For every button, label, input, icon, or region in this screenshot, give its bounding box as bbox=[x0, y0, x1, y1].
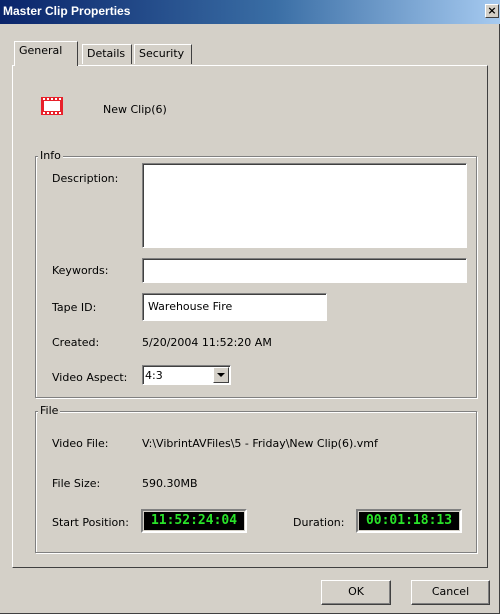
film-clip-icon bbox=[41, 97, 63, 115]
description-label: Description: bbox=[52, 172, 119, 185]
start-position-timecode: 11:52:24:04 bbox=[141, 509, 247, 533]
tab-general[interactable]: General bbox=[14, 41, 78, 66]
video-aspect-label: Video Aspect: bbox=[52, 371, 128, 384]
cancel-button[interactable]: Cancel bbox=[411, 580, 490, 605]
video-file-label: Video File: bbox=[52, 437, 109, 450]
ok-button[interactable]: OK bbox=[321, 580, 391, 605]
tab-details[interactable]: Details bbox=[82, 44, 132, 64]
tab-security[interactable]: Security bbox=[134, 44, 192, 64]
tape-id-field[interactable]: Warehouse Fire bbox=[142, 293, 327, 321]
file-size-label: File Size: bbox=[52, 477, 101, 490]
title-bar[interactable]: Master Clip Properties × bbox=[0, 0, 500, 24]
duration-timecode: 00:01:18:13 bbox=[356, 509, 462, 533]
keywords-field[interactable] bbox=[142, 258, 467, 283]
start-position-label: Start Position: bbox=[52, 516, 129, 529]
close-button[interactable]: × bbox=[485, 4, 499, 18]
video-file-value: V:\VibrintAVFiles\5 - Friday\New Clip(6)… bbox=[142, 437, 378, 450]
created-label: Created: bbox=[52, 336, 100, 349]
duration-label: Duration: bbox=[293, 516, 345, 529]
description-field[interactable] bbox=[142, 163, 467, 248]
video-aspect-select[interactable]: 4:3 bbox=[142, 365, 231, 385]
file-legend: File bbox=[38, 404, 61, 417]
chevron-down-icon[interactable] bbox=[213, 367, 229, 383]
keywords-label: Keywords: bbox=[52, 264, 109, 277]
created-value: 5/20/2004 11:52:20 AM bbox=[142, 336, 272, 349]
info-legend: Info bbox=[38, 149, 63, 162]
clip-name: New Clip(6) bbox=[103, 103, 167, 116]
dialog-window: Master Clip Properties × General Details… bbox=[0, 0, 500, 614]
file-size-value: 590.30MB bbox=[142, 477, 198, 490]
window-title: Master Clip Properties bbox=[3, 4, 131, 18]
tape-id-label: Tape ID: bbox=[52, 301, 97, 314]
